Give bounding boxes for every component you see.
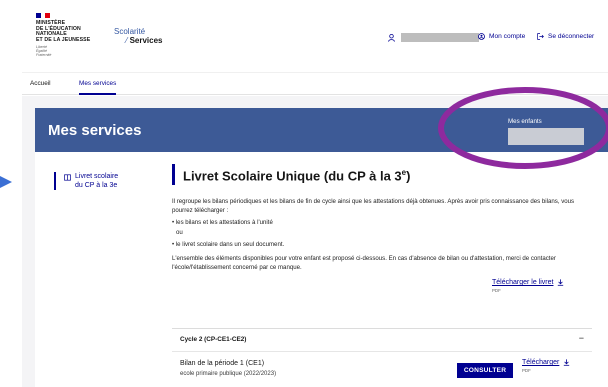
bullet-item: • le livret scolaire dans un seul docume…: [172, 241, 285, 249]
file-format: PDF: [522, 368, 531, 373]
download-period-link[interactable]: Télécharger: [522, 359, 570, 366]
page-title: Mes services: [48, 122, 142, 139]
bullet-item: • les bilans et les attestations à l'uni…: [172, 219, 273, 227]
accordion-title[interactable]: Cycle 2 (CP-CE1-CE2): [180, 336, 246, 343]
redacted-username: [401, 33, 479, 42]
brand-line-1: Scolarité: [114, 27, 146, 36]
main-nav: Accueil Mes services: [22, 72, 608, 95]
divider: [172, 351, 592, 352]
logout-link[interactable]: Se déconnecter: [537, 33, 594, 40]
ministry-name: MINISTÈRE DE L'ÉDUCATION NATIONALE ET DE…: [36, 20, 91, 43]
file-format: PDF: [492, 288, 501, 293]
download-icon: [558, 279, 564, 286]
tab-home[interactable]: Accueil: [30, 80, 51, 87]
sidebar-item-label: Livret scolaire du CP à la 3e: [75, 173, 119, 189]
livret-content: Livret Scolaire Unique (du CP à la 3e) I…: [172, 164, 592, 272]
period-title: Bilan de la période 1 (CE1): [180, 360, 265, 367]
children-label: Mes enfants: [508, 118, 542, 125]
account-icon: [478, 33, 485, 40]
tab-my-services[interactable]: Mes services: [79, 80, 117, 95]
services-banner: Mes services Mes enfants: [35, 108, 608, 152]
info-text: L'ensemble des éléments disponibles pour…: [172, 255, 556, 272]
download-icon: [564, 359, 570, 366]
intro-text: Il regroupe les bilans périodiques et le…: [172, 198, 575, 215]
download-booklet-link[interactable]: Télécharger le livret: [492, 279, 564, 286]
user-icon: [388, 33, 395, 42]
sidebar-item-livret-scolaire[interactable]: Livret scolaire du CP à la 3e: [54, 172, 142, 190]
french-flag-icon: [36, 13, 51, 18]
ministry-logo[interactable]: MINISTÈRE DE L'ÉDUCATION NATIONALE ET DE…: [36, 13, 90, 57]
period-download: Télécharger PDF: [522, 359, 570, 373]
republic-motto: Liberté Égalité Fraternité: [36, 45, 52, 58]
section-title: Livret Scolaire Unique (du CP à la 3e): [172, 164, 592, 186]
site-header: MINISTÈRE DE L'ÉDUCATION NATIONALE ET DE…: [22, 0, 608, 70]
or-text: ou: [176, 229, 183, 237]
collapse-icon[interactable]: −: [579, 333, 584, 343]
children-select[interactable]: [508, 128, 584, 145]
brand-line-2: ⁄ Services: [126, 36, 163, 45]
browser-page: MINISTÈRE DE L'ÉDUCATION NATIONALE ET DE…: [22, 0, 608, 387]
consult-button[interactable]: CONSULTER: [457, 363, 513, 378]
period-school: ecole primaire publique (2022/2023): [180, 371, 277, 377]
service-brand[interactable]: Scolarité ⁄ Services: [114, 27, 162, 45]
logout-icon: [537, 33, 544, 40]
cycle-accordion: Cycle 2 (CP-CE1-CE2) − Bilan de la pério…: [172, 328, 592, 387]
book-icon: [64, 174, 71, 181]
download-booklet: Télécharger le livret PDF: [492, 279, 564, 293]
service-card: Livret scolaire du CP à la 3e Livret Sco…: [35, 152, 608, 387]
my-account-link[interactable]: Mon compte: [478, 33, 525, 40]
arrow-right-icon: [0, 176, 12, 188]
user-identity: [388, 33, 479, 42]
